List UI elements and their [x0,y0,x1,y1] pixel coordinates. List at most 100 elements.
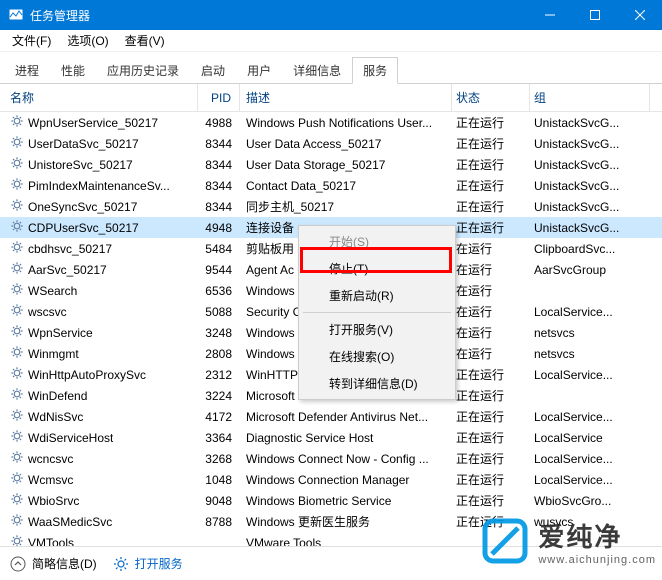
service-group: LocalService [530,431,650,445]
context-go-to-details[interactable]: 转到详细信息(D) [301,370,453,397]
context-stop[interactable]: 停止(T) [301,255,453,282]
service-pid: 2808 [198,347,240,361]
service-status: 正在运行 [452,366,530,383]
context-start[interactable]: 开始(S) [301,228,453,255]
service-group: LocalService... [530,410,650,424]
table-row[interactable]: WdiServiceHost3364Diagnostic Service Hos… [0,427,662,448]
service-pid: 6536 [198,284,240,298]
service-pid: 3268 [198,452,240,466]
service-name: WinHttpAutoProxySvc [28,368,146,382]
table-row[interactable]: PimIndexMaintenanceSv...8344Contact Data… [0,175,662,196]
service-status: 正在运行 [452,471,530,488]
service-description: Windows 更新医生服务 [240,513,452,530]
service-name: wscsvc [28,305,67,319]
menu-view[interactable]: 查看(V) [117,30,173,51]
service-status: 正在运行 [452,114,530,131]
service-gear-icon [10,450,24,467]
table-row[interactable]: OneSyncSvc_502178344同步主机_50217正在运行Unista… [0,196,662,217]
service-gear-icon [10,282,24,299]
close-button[interactable] [617,0,662,30]
service-status: 正在运行 [452,219,530,236]
column-header-name[interactable]: 名称 [0,84,198,111]
service-name: AarSvc_50217 [28,263,107,277]
service-description: Windows Connect Now - Config ... [240,452,452,466]
column-header-description[interactable]: 描述 [240,84,452,111]
service-group: UnistackSvcG... [530,116,650,130]
service-pid: 8344 [198,158,240,172]
service-description: Microsoft Defender Antivirus Net... [240,410,452,424]
tab-services[interactable]: 服务 [352,57,398,84]
service-name: UnistoreSvc_50217 [28,158,133,172]
service-name: WpnService [28,326,93,340]
service-status: 正在运行 [452,429,530,446]
table-row[interactable]: wcncsvc3268Windows Connect Now - Config … [0,448,662,469]
service-name: Wcmsvc [28,473,73,487]
service-description: 同步主机_50217 [240,198,452,215]
tab-strip: 进程 性能 应用历史记录 启动 用户 详细信息 服务 [0,52,662,84]
service-gear-icon [10,177,24,194]
context-open-services[interactable]: 打开服务(V) [301,316,453,343]
service-group: UnistackSvcG... [530,179,650,193]
service-group: LocalService... [530,305,650,319]
service-name: WdNisSvc [28,410,83,424]
tab-details[interactable]: 详细信息 [282,57,352,84]
fewer-details-button[interactable]: 简略信息(D) [10,555,97,572]
table-row[interactable]: UserDataSvc_502178344User Data Access_50… [0,133,662,154]
service-gear-icon [10,156,24,173]
table-row[interactable]: Wcmsvc1048Windows Connection Manager正在运行… [0,469,662,490]
context-search-online[interactable]: 在线搜索(O) [301,343,453,370]
service-status: 正在运行 [452,387,530,404]
context-menu: 开始(S) 停止(T) 重新启动(R) 打开服务(V) 在线搜索(O) 转到详细… [298,225,456,400]
service-description: User Data Storage_50217 [240,158,452,172]
menu-file[interactable]: 文件(F) [4,30,59,51]
column-header-status[interactable]: 状态 [452,84,530,111]
service-gear-icon [10,114,24,131]
service-name: WSearch [28,284,77,298]
service-name: WdiServiceHost [28,431,113,445]
column-header-pid[interactable]: PID [198,84,240,111]
tab-processes[interactable]: 进程 [4,57,50,84]
open-services-link[interactable]: 打开服务 [113,555,183,572]
context-separator [303,312,451,313]
service-gear-icon [10,198,24,215]
service-pid: 8344 [198,179,240,193]
minimize-button[interactable] [527,0,572,30]
service-status: 正在运行 [452,492,530,509]
context-restart[interactable]: 重新启动(R) [301,282,453,309]
service-pid: 4988 [198,116,240,130]
menu-options[interactable]: 选项(O) [59,30,116,51]
service-gear-icon [10,408,24,425]
maximize-button[interactable] [572,0,617,30]
window-controls [527,0,662,30]
tab-users[interactable]: 用户 [236,57,282,84]
tab-apphistory[interactable]: 应用历史记录 [96,57,190,84]
table-row[interactable]: WbioSrvc9048Windows Biometric Service正在运… [0,490,662,511]
service-group: netsvcs [530,326,650,340]
service-name: WinDefend [28,389,87,403]
service-status: 在运行 [452,345,530,362]
service-gear-icon [10,387,24,404]
tab-performance[interactable]: 性能 [50,57,96,84]
service-pid: 2312 [198,368,240,382]
service-status: 在运行 [452,240,530,257]
service-name: WpnUserService_50217 [28,116,158,130]
service-gear-icon [10,366,24,383]
service-group: WbioSvcGro... [530,494,650,508]
service-gear-icon [10,471,24,488]
service-status: 正在运行 [452,198,530,215]
column-header-group[interactable]: 组 [530,84,650,111]
service-status: 正在运行 [452,450,530,467]
table-row[interactable]: WpnUserService_502174988Windows Push Not… [0,112,662,133]
service-pid: 4948 [198,221,240,235]
watermark-url: www.aichunjing.com [538,554,656,566]
tab-startup[interactable]: 启动 [190,57,236,84]
service-description: User Data Access_50217 [240,137,452,151]
service-gear-icon [10,429,24,446]
table-row[interactable]: WdNisSvc4172Microsoft Defender Antivirus… [0,406,662,427]
service-name: PimIndexMaintenanceSv... [28,179,170,193]
service-pid: 3224 [198,389,240,403]
service-pid: 9048 [198,494,240,508]
table-row[interactable]: UnistoreSvc_50217 8344User Data Storage_5… [0,154,662,175]
service-group: UnistackSvcG... [530,221,650,235]
service-pid: 5484 [198,242,240,256]
